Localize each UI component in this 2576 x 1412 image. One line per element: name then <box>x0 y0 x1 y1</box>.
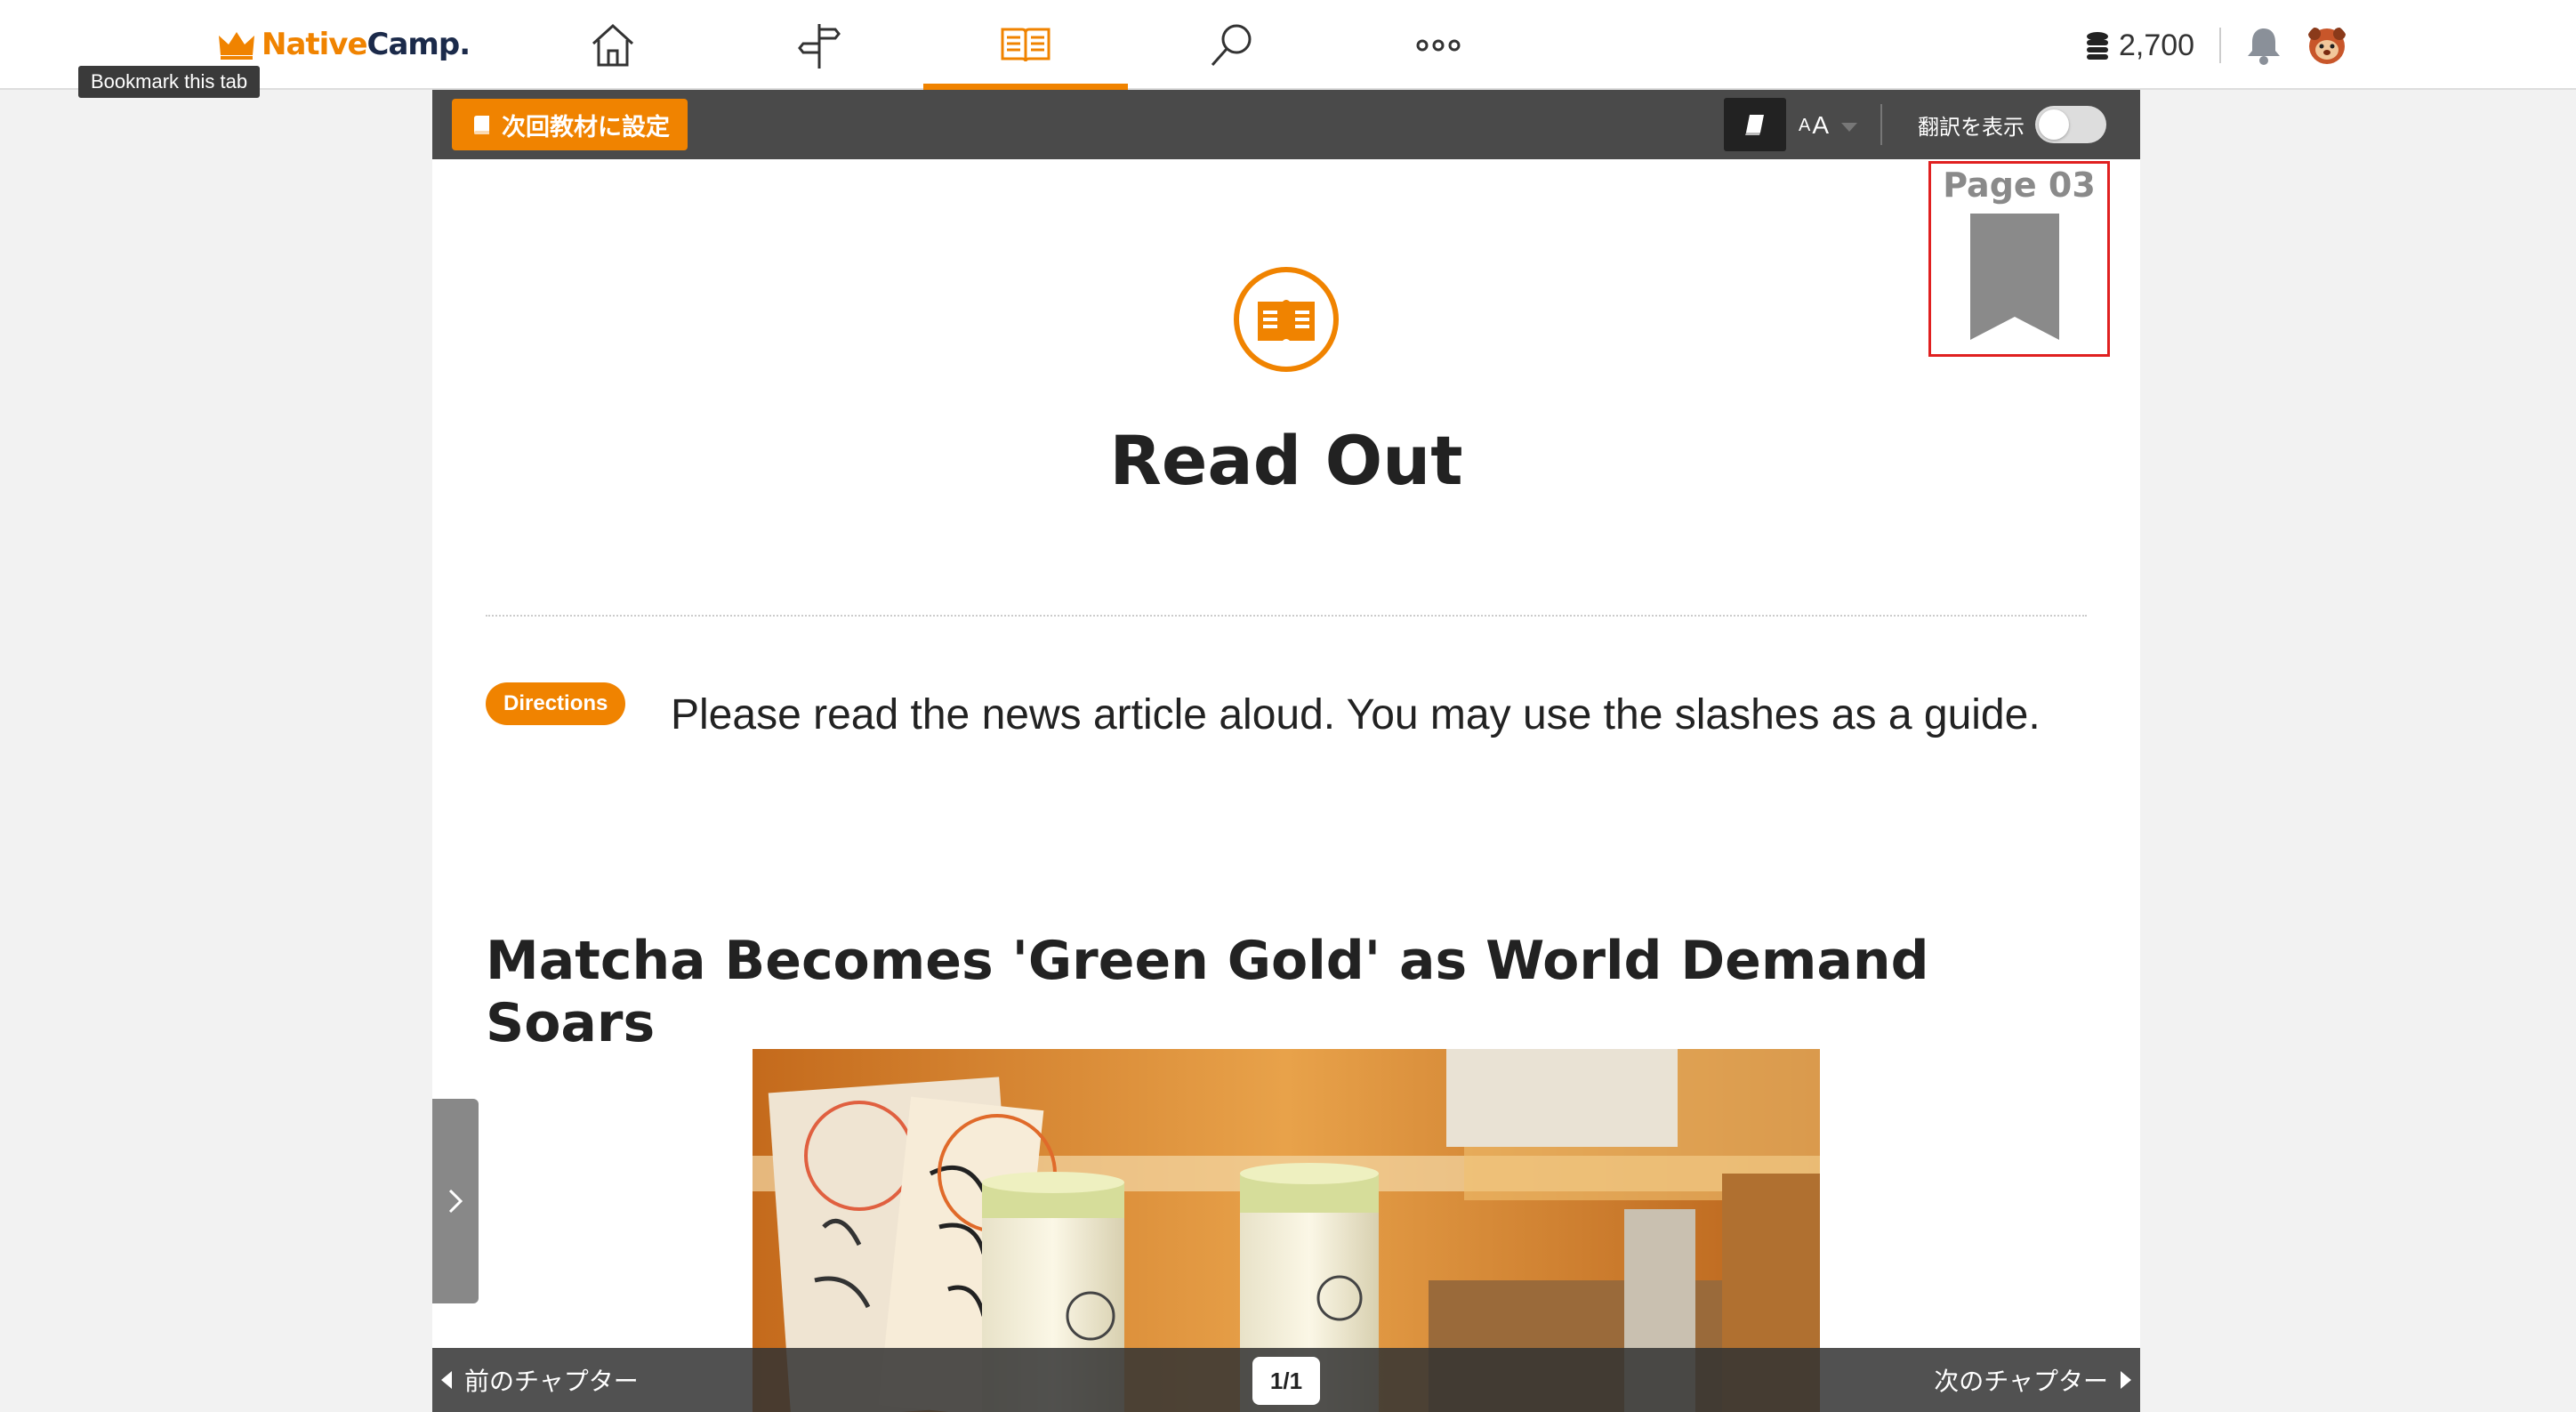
next-chapter-label: 次のチャプター <box>1934 1368 2108 1395</box>
side-panel-toggle[interactable] <box>432 1099 479 1303</box>
nativecamp-logo[interactable]: NativeCamp. <box>217 21 471 68</box>
book-icon <box>474 116 489 134</box>
caret-left-icon <box>441 1371 452 1389</box>
section-divider <box>486 615 2087 617</box>
logo-text-native: Native <box>262 27 368 62</box>
logo-text-camp: Camp. <box>366 27 471 62</box>
bookmark-icon <box>1970 214 2059 340</box>
nav-home[interactable] <box>511 0 715 90</box>
chevron-down-icon <box>1841 123 1858 132</box>
bell-icon[interactable] <box>2243 25 2284 66</box>
set-next-material-button[interactable]: 次回教材に設定 <box>452 99 688 150</box>
caret-right-icon <box>2121 1371 2131 1389</box>
font-size-big-a: A <box>1812 111 1830 139</box>
translation-toggle-group: 翻訳を表示 <box>1918 101 2106 149</box>
translation-toggle[interactable] <box>2035 106 2106 143</box>
textbook-panel: 次回教材に設定 A A 翻訳を表示 Page 03 Read Out Direc… <box>432 90 2140 1412</box>
chevron-right-icon <box>448 1189 463 1214</box>
font-size-small-a: A <box>1799 115 1811 135</box>
search-icon <box>1211 24 1252 66</box>
previous-chapter-label: 前のチャプター <box>464 1368 639 1395</box>
previous-chapter-button[interactable]: 前のチャプター <box>441 1348 639 1412</box>
read-out-book-icon <box>1234 267 1339 372</box>
coins-icon <box>2087 32 2108 60</box>
nav-textbook[interactable] <box>923 0 1128 90</box>
page-number-label: Page 03 <box>1943 165 2096 205</box>
directions-text: Please read the news article aloud. You … <box>671 691 2041 738</box>
bookmark-tooltip: Bookmark this tab <box>78 66 261 98</box>
nav-search[interactable] <box>1130 0 1334 90</box>
page-counter: 1/1 <box>1252 1357 1320 1405</box>
font-size-selector[interactable]: A A <box>1799 101 1858 150</box>
coin-divider <box>2219 28 2222 63</box>
directions-badge: Directions <box>486 682 626 725</box>
coin-count: 2,700 <box>2119 28 2195 62</box>
more-dots-icon <box>1416 39 1461 51</box>
nav-courses[interactable] <box>717 0 922 90</box>
home-icon <box>592 23 634 66</box>
crown-icon <box>219 32 254 60</box>
toolbar-divider <box>1880 104 1882 145</box>
open-book-icon <box>1001 28 1051 61</box>
article-title: Matcha Becomes 'Green Gold' as World Dem… <box>486 930 1929 1054</box>
next-chapter-button[interactable]: 次のチャプター <box>1934 1348 2131 1412</box>
translation-label: 翻訳を表示 <box>1918 115 2025 140</box>
toggle-knob <box>2039 109 2069 140</box>
book-icon <box>1745 115 1764 135</box>
chapter-navigation: 前のチャプター 1/1 次のチャプター <box>432 1348 2140 1412</box>
nav-more[interactable] <box>1336 0 1541 90</box>
coin-balance[interactable]: 2,700 <box>2085 23 2222 68</box>
page-heading: Read Out <box>1109 421 1463 500</box>
top-nav: NativeCamp. 2,700 <box>0 0 2576 90</box>
set-next-material-label: 次回教材に設定 <box>502 113 670 141</box>
book-mode-button[interactable] <box>1724 98 1786 151</box>
avatar[interactable] <box>2306 23 2348 66</box>
page-bookmark[interactable]: Page 03 <box>1928 161 2110 357</box>
reader-toolbar: 次回教材に設定 A A 翻訳を表示 <box>432 90 2140 159</box>
signpost-icon <box>798 23 841 69</box>
